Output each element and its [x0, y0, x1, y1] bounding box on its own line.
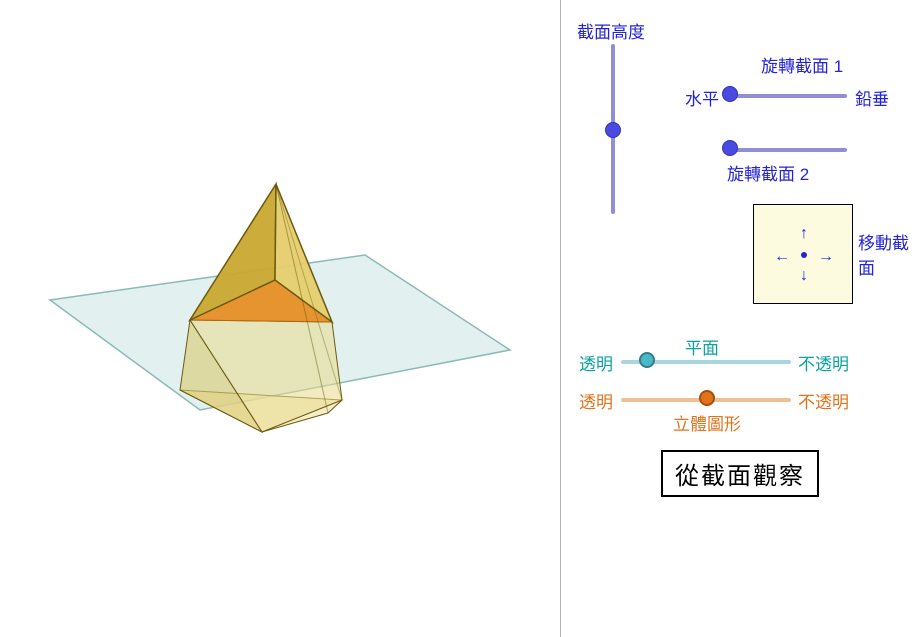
rotate-2-label: 旋轉截面 2	[727, 160, 809, 185]
move-arrows-svg: ↑ ↓ ← →	[754, 205, 854, 305]
plane-opacity-thumb[interactable]	[639, 352, 655, 368]
solid-opacity-thumb[interactable]	[699, 390, 715, 406]
solid-opacity-title: 立體圖形	[673, 410, 741, 435]
solid-left-label: 透明	[579, 388, 613, 413]
rotate-2-thumb[interactable]	[722, 140, 738, 156]
plane-opacity-title: 平面	[685, 334, 719, 359]
rotate-1-slider[interactable]	[727, 94, 847, 98]
move-section-label: 移動截面	[858, 229, 924, 279]
observe-from-section-button[interactable]: 從截面觀察	[661, 450, 819, 497]
panel-divider	[560, 0, 561, 637]
arrow-down-icon[interactable]: ↓	[800, 267, 808, 284]
plane-right-label: 不透明	[798, 350, 849, 375]
section-height-label: 截面高度	[577, 18, 645, 43]
section-height-thumb[interactable]	[605, 122, 621, 138]
arrow-up-icon[interactable]: ↑	[800, 225, 808, 242]
move-center-dot	[801, 252, 807, 258]
3d-view-panel[interactable]	[0, 0, 560, 637]
move-section-pad[interactable]: ↑ ↓ ← →	[753, 204, 853, 304]
arrow-right-icon[interactable]: →	[818, 248, 834, 265]
rotate-1-thumb[interactable]	[722, 86, 738, 102]
plane-left-label: 透明	[579, 350, 613, 375]
rotate-2-slider[interactable]	[727, 148, 847, 152]
controls-panel: 截面高度 旋轉截面 1 水平 鉛垂 旋轉截面 2 ↑ ↓ ← → 移動截面 平面…	[565, 0, 924, 637]
arrow-left-icon[interactable]: ←	[774, 248, 790, 265]
rotate-1-left-label: 水平	[685, 85, 719, 110]
scene-svg	[0, 0, 560, 637]
rotate-1-label: 旋轉截面 1	[761, 52, 843, 77]
solid-right-label: 不透明	[798, 388, 849, 413]
rotate-1-right-label: 鉛垂	[855, 85, 889, 110]
